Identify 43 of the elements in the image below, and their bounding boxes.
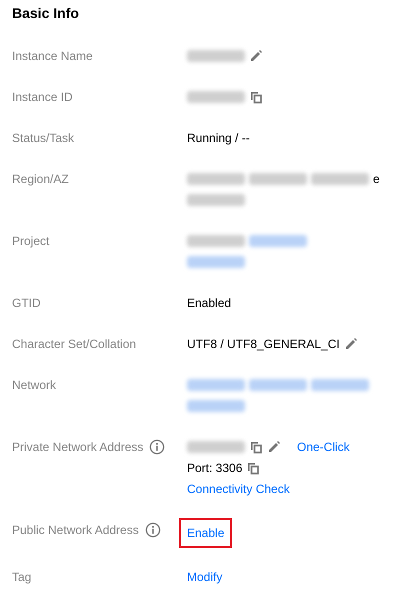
- blurred-text: [187, 173, 245, 185]
- field-label: Public Network Address: [12, 522, 139, 539]
- pencil-icon[interactable]: [267, 440, 281, 454]
- value-text: e: [373, 171, 380, 188]
- copy-icon[interactable]: [246, 461, 260, 475]
- field-label: Tag: [12, 569, 32, 586]
- info-icon[interactable]: [144, 522, 161, 538]
- blurred-text: [249, 379, 307, 391]
- pencil-icon[interactable]: [249, 49, 263, 63]
- copy-icon[interactable]: [249, 440, 263, 454]
- blurred-text: [249, 173, 307, 185]
- value-text: Port: 3306: [187, 460, 242, 477]
- pencil-icon[interactable]: [344, 337, 358, 351]
- field-label: Instance ID: [12, 89, 73, 106]
- field-label: Private Network Address: [12, 439, 144, 456]
- value-text: Running / --: [187, 130, 250, 147]
- action-link[interactable]: One-Click: [297, 437, 350, 457]
- field-label: Status/Task: [12, 130, 74, 147]
- field-label: Instance Name: [12, 48, 93, 65]
- value-text: Enabled: [187, 295, 232, 312]
- field-label: Project: [12, 233, 50, 250]
- blurred-text: [187, 441, 245, 453]
- blurred-text: [249, 235, 307, 247]
- field-label: Region/AZ: [12, 171, 69, 188]
- section-title: Basic Info: [12, 6, 80, 20]
- field-label: Network: [12, 377, 56, 394]
- info-icon[interactable]: [149, 439, 166, 455]
- blurred-text: [187, 256, 245, 268]
- action-link[interactable]: Modify: [187, 567, 222, 587]
- field-label: Character Set/Collation: [12, 336, 136, 353]
- blurred-text: [187, 91, 245, 103]
- copy-icon[interactable]: [249, 90, 263, 104]
- blurred-text: [187, 194, 245, 206]
- field-label: GTID: [12, 295, 41, 312]
- value-text: UTF8 / UTF8_GENERAL_CI: [187, 336, 340, 353]
- blurred-text: [311, 173, 369, 185]
- blurred-text: [187, 50, 245, 62]
- blurred-text: [311, 379, 369, 391]
- blurred-text: [187, 379, 245, 391]
- blurred-text: [187, 400, 245, 412]
- blurred-text: [187, 235, 245, 247]
- action-link[interactable]: Connectivity Check: [187, 479, 290, 499]
- highlighted-link[interactable]: Enable: [181, 520, 230, 546]
